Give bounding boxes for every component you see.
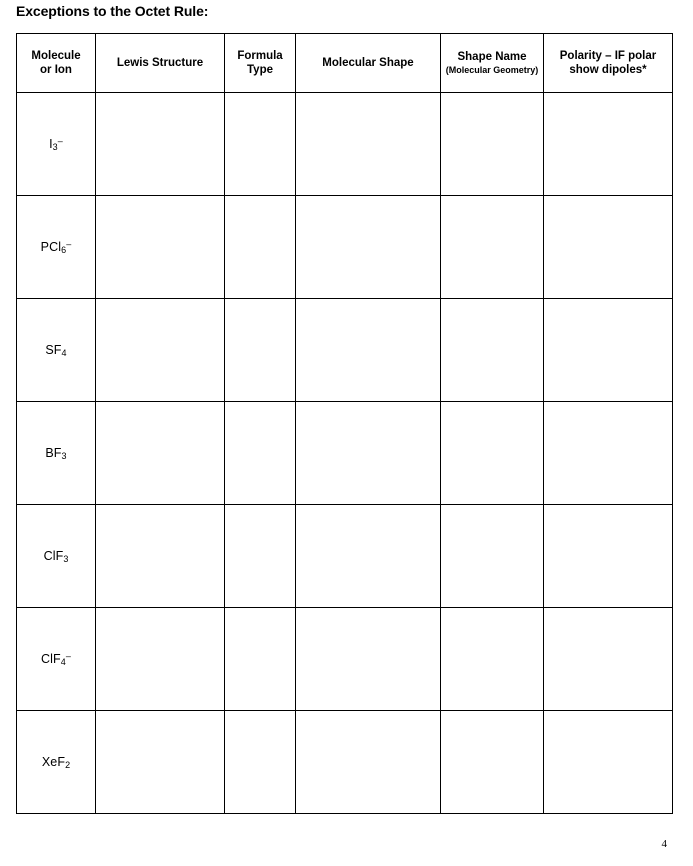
cell-molecular-shape[interactable]	[295, 710, 441, 814]
header-line-2: or Ion	[40, 64, 72, 76]
header-line-1: Shape Name	[457, 51, 527, 64]
cell-molecular-shape[interactable]	[295, 92, 441, 196]
cell-polarity[interactable]	[543, 710, 673, 814]
cell-shape-name[interactable]	[440, 298, 544, 402]
chemical-formula: SF4	[45, 343, 66, 357]
cell-molecule-formula: SF4	[16, 298, 96, 402]
cell-molecular-shape[interactable]	[295, 298, 441, 402]
cell-shape-name[interactable]	[440, 504, 544, 608]
cell-molecule-formula: PCl6–	[16, 195, 96, 299]
cell-molecular-shape[interactable]	[295, 504, 441, 608]
cell-molecule-formula: ClF4–	[16, 607, 96, 711]
cell-molecular-shape[interactable]	[295, 401, 441, 505]
header-line-2: show dipoles*	[569, 64, 647, 76]
formula-subscript: 2	[65, 759, 71, 770]
cell-molecule-formula: XeF2	[16, 710, 96, 814]
cell-shape-name[interactable]	[440, 92, 544, 196]
table-row: XeF2	[16, 710, 673, 814]
table-row: ClF4–	[16, 607, 673, 711]
cell-lewis-structure[interactable]	[95, 298, 225, 402]
octet-exceptions-table: Molecule or Ion Lewis Structure Formula …	[16, 33, 673, 814]
table-row: SF4	[16, 298, 673, 402]
header-line-1: Lewis Structure	[116, 56, 204, 69]
formula-superscript: –	[66, 238, 72, 249]
cell-molecule-formula: ClF3	[16, 504, 96, 608]
cell-polarity[interactable]	[543, 195, 673, 299]
cell-lewis-structure[interactable]	[95, 607, 225, 711]
header-line-1: Formula	[237, 49, 283, 62]
formula-base: XeF	[41, 754, 66, 769]
cell-formula-type[interactable]	[224, 710, 296, 814]
cell-polarity[interactable]	[543, 92, 673, 196]
formula-superscript: –	[65, 650, 71, 661]
formula-base: PCl	[40, 239, 62, 254]
cell-formula-type[interactable]	[224, 504, 296, 608]
chemical-formula: I3–	[49, 135, 63, 151]
cell-shape-name[interactable]	[440, 401, 544, 505]
column-header-molecule: Molecule or Ion	[16, 33, 96, 93]
cell-lewis-structure[interactable]	[95, 710, 225, 814]
chemical-formula: PCl6–	[40, 238, 72, 254]
cell-polarity[interactable]	[543, 401, 673, 505]
table-row: PCl6–	[16, 195, 673, 299]
header-line-1: Molecular Shape	[322, 56, 414, 69]
cell-formula-type[interactable]	[224, 92, 296, 196]
cell-lewis-structure[interactable]	[95, 195, 225, 299]
header-line-2: Type	[247, 64, 273, 76]
table-row: ClF3	[16, 504, 673, 608]
document-page: Exceptions to the Octet Rule: Molecule o…	[0, 0, 693, 866]
chemical-formula: XeF2	[42, 755, 70, 769]
cell-lewis-structure[interactable]	[95, 401, 225, 505]
page-number: 4	[661, 838, 668, 850]
cell-polarity[interactable]	[543, 504, 673, 608]
table-row: BF3	[16, 401, 673, 505]
cell-molecule-formula: I3–	[16, 92, 96, 196]
column-header-formula-type: Formula Type	[224, 33, 296, 93]
cell-polarity[interactable]	[543, 607, 673, 711]
cell-lewis-structure[interactable]	[95, 504, 225, 608]
table-header-row: Molecule or Ion Lewis Structure Formula …	[16, 33, 673, 93]
column-header-molecular-shape: Molecular Shape	[295, 33, 441, 93]
chemical-formula: ClF3	[44, 549, 69, 563]
cell-molecular-shape[interactable]	[295, 195, 441, 299]
cell-formula-type[interactable]	[224, 401, 296, 505]
formula-subscript: 3	[63, 553, 69, 564]
formula-base: SF	[45, 342, 62, 357]
formula-base: ClF	[43, 548, 64, 563]
cell-formula-type[interactable]	[224, 607, 296, 711]
cell-shape-name[interactable]	[440, 710, 544, 814]
formula-superscript: –	[57, 135, 63, 146]
cell-shape-name[interactable]	[440, 195, 544, 299]
page-title: Exceptions to the Octet Rule:	[16, 3, 209, 19]
column-header-lewis-structure: Lewis Structure	[95, 33, 225, 93]
cell-formula-type[interactable]	[224, 298, 296, 402]
header-line-1: Polarity – IF polar	[559, 49, 657, 62]
table-row: I3–	[16, 92, 673, 196]
formula-subscript: 3	[61, 450, 67, 461]
chemical-formula: BF3	[45, 446, 66, 460]
column-header-shape-name: Shape Name (Molecular Geometry)	[440, 33, 544, 93]
cell-formula-type[interactable]	[224, 195, 296, 299]
cell-molecule-formula: BF3	[16, 401, 96, 505]
cell-molecular-shape[interactable]	[295, 607, 441, 711]
cell-shape-name[interactable]	[440, 607, 544, 711]
header-subtext: (Molecular Geometry)	[445, 64, 539, 75]
header-line-1: Molecule	[31, 49, 81, 62]
table-body: I3– PCl6– SF4 BF3 ClF3 ClF4– XeF2	[16, 92, 673, 814]
cell-polarity[interactable]	[543, 298, 673, 402]
formula-subscript: 4	[61, 347, 67, 358]
formula-base: BF	[45, 445, 62, 460]
formula-base: ClF	[41, 651, 61, 666]
cell-lewis-structure[interactable]	[95, 92, 225, 196]
chemical-formula: ClF4–	[41, 650, 71, 666]
column-header-polarity: Polarity – IF polar show dipoles*	[543, 33, 673, 93]
